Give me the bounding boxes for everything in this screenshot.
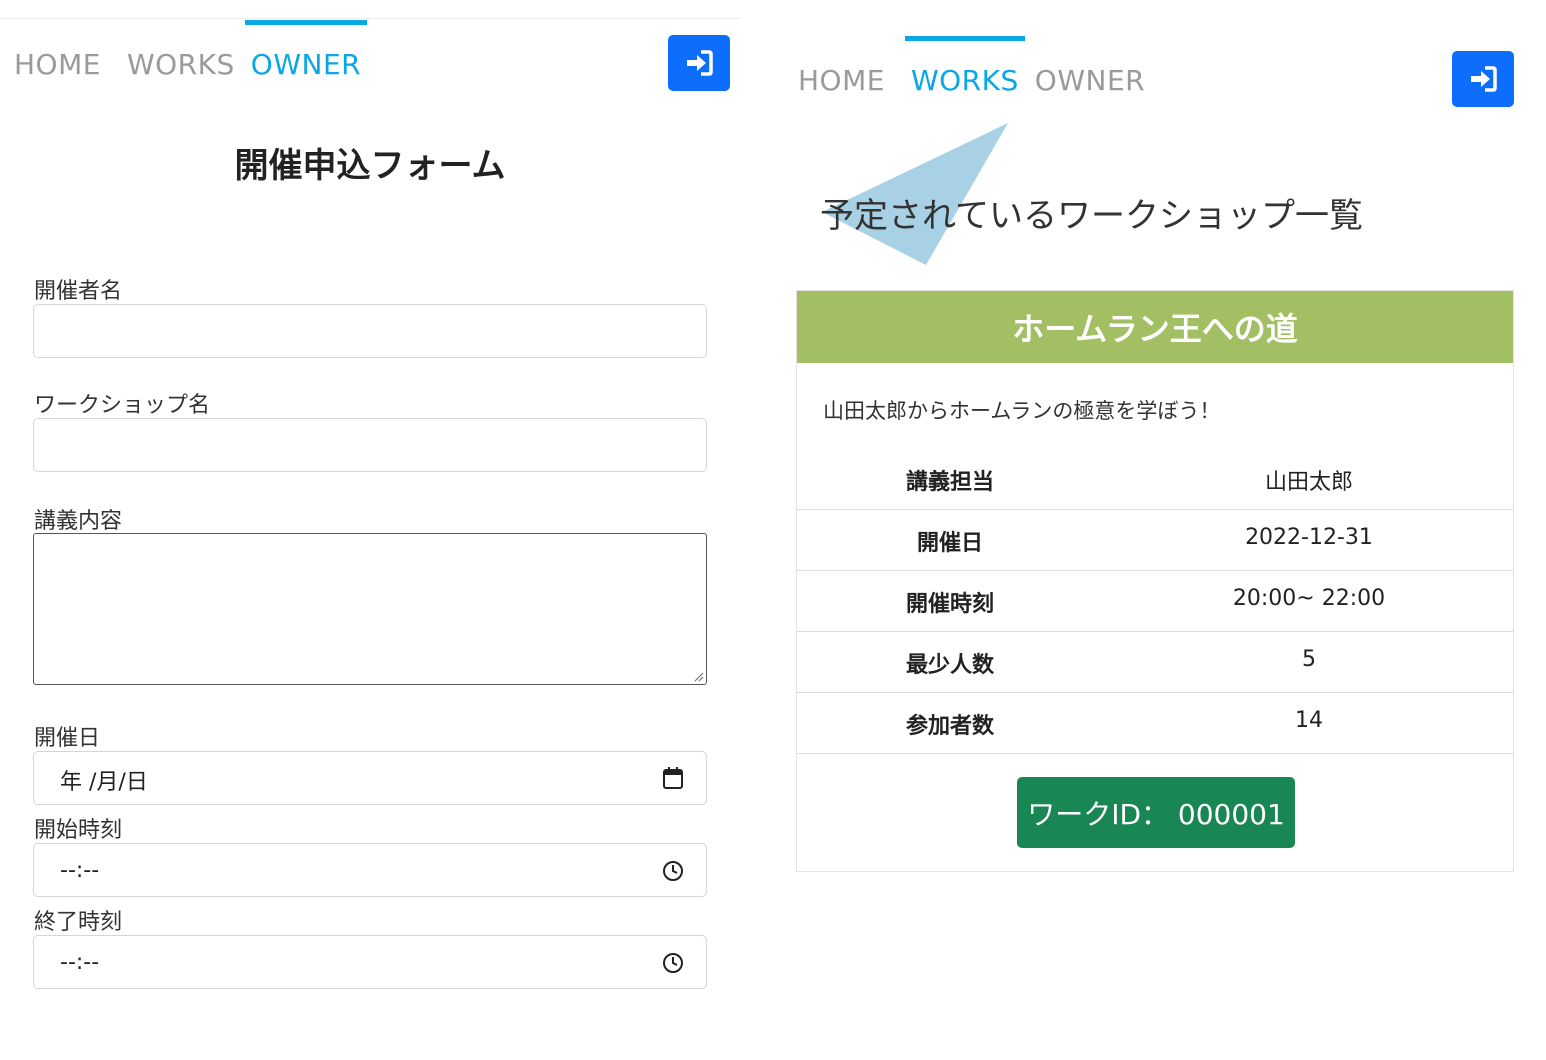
resize-grip-icon[interactable] <box>692 670 704 682</box>
nav-home[interactable]: HOME <box>798 64 885 97</box>
organizer-label: 開催者名 <box>34 279 123 304</box>
login-button[interactable] <box>1452 51 1514 107</box>
content-textarea[interactable] <box>33 533 707 685</box>
workshop-card: ホームラン王への道 山田太郎からホームランの極意を学ぼう！ 講義担当 山田太郎 … <box>796 290 1514 872</box>
card-description: 山田太郎からホームランの極意を学ぼう！ <box>823 399 1221 423</box>
info-row: 最少人数 5 <box>797 631 1513 693</box>
info-key: 開催日 <box>916 531 983 556</box>
info-value: 5 <box>1302 647 1316 672</box>
info-row: 開催時刻 20:00~ 22:00 <box>797 570 1513 632</box>
info-key: 開催時刻 <box>905 592 994 617</box>
owner-form-panel: HOME WORKS OWNER 開催申込フォーム 開催者名 ワークショップ名 … <box>0 0 740 1060</box>
nav-owner[interactable]: OWNER <box>1035 64 1145 97</box>
info-row: 講義担当 山田太郎 <box>797 448 1513 510</box>
nav-home[interactable]: HOME <box>14 48 101 81</box>
start-time-label: 開始時刻 <box>34 818 123 843</box>
nav-owner[interactable]: OWNER <box>244 20 368 81</box>
sign-in-icon <box>1471 66 1497 92</box>
nav-active-indicator <box>244 20 368 25</box>
nav-works[interactable]: WORKS <box>904 36 1025 97</box>
content-label: 講義内容 <box>34 509 123 534</box>
end-time-input[interactable]: --:-- <box>33 935 707 989</box>
info-key: 最少人数 <box>905 653 994 678</box>
clock-icon[interactable] <box>662 860 684 882</box>
nav-bar: HOME WORKS OWNER <box>798 36 1145 97</box>
workshop-name-label: ワークショップ名 <box>34 393 211 418</box>
calendar-icon[interactable] <box>662 766 684 790</box>
form-title: 開催申込フォーム <box>234 146 506 186</box>
end-time-placeholder: --:-- <box>60 950 100 975</box>
top-divider <box>0 18 740 19</box>
info-row: 参加者数 14 <box>797 692 1513 754</box>
list-title: 予定されているワークショップ一覧 <box>820 196 1363 236</box>
info-key: 参加者数 <box>905 714 994 739</box>
login-button[interactable] <box>668 35 730 91</box>
organizer-input[interactable] <box>33 304 707 358</box>
nav-works-label: WORKS <box>910 64 1019 97</box>
info-row: 開催日 2022-12-31 <box>797 509 1513 571</box>
work-id-button[interactable]: ワークID： 000001 <box>1017 777 1295 848</box>
info-key: 講義担当 <box>905 470 994 495</box>
date-label: 開催日 <box>34 726 101 751</box>
info-value: 20:00~ 22:00 <box>1232 586 1386 611</box>
start-time-placeholder: --:-- <box>60 858 100 883</box>
date-placeholder: 年 /月/日 <box>60 770 148 795</box>
nav-owner-label: OWNER <box>250 48 362 81</box>
info-value: 14 <box>1295 708 1323 733</box>
card-title: ホームラン王への道 <box>797 291 1513 363</box>
date-input[interactable]: 年 /月/日 <box>33 751 707 805</box>
works-list-panel: HOME WORKS OWNER 予定されているワークショップ一覧 ホームラン王… <box>780 0 1546 1060</box>
clock-icon[interactable] <box>662 952 684 974</box>
sign-in-icon <box>687 50 713 76</box>
start-time-input[interactable]: --:-- <box>33 843 707 897</box>
end-time-label: 終了時刻 <box>34 910 123 935</box>
nav-works[interactable]: WORKS <box>127 48 235 81</box>
workshop-name-input[interactable] <box>33 418 707 472</box>
info-value: 山田太郎 <box>1264 470 1353 495</box>
nav-active-indicator <box>904 36 1025 41</box>
info-value: 2022-12-31 <box>1245 525 1373 550</box>
nav-bar: HOME WORKS OWNER <box>14 20 368 81</box>
